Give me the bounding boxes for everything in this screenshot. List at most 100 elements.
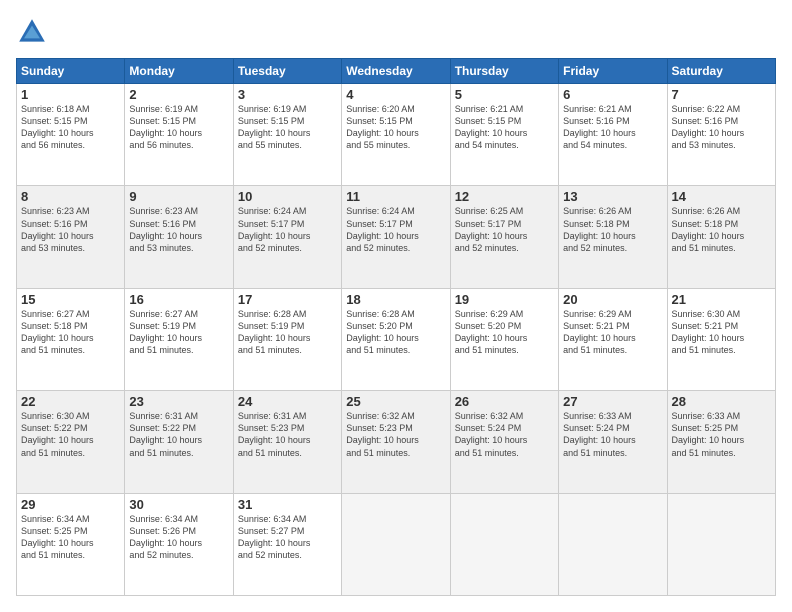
day-number: 10 — [238, 189, 337, 204]
calendar-week-row: 22Sunrise: 6:30 AM Sunset: 5:22 PM Dayli… — [17, 391, 776, 493]
day-number: 27 — [563, 394, 662, 409]
day-info: Sunrise: 6:23 AM Sunset: 5:16 PM Dayligh… — [129, 205, 228, 254]
day-info: Sunrise: 6:23 AM Sunset: 5:16 PM Dayligh… — [21, 205, 120, 254]
calendar-day-cell: 21Sunrise: 6:30 AM Sunset: 5:21 PM Dayli… — [667, 288, 775, 390]
col-header-saturday: Saturday — [667, 59, 775, 84]
day-number: 12 — [455, 189, 554, 204]
day-number: 7 — [672, 87, 771, 102]
calendar-day-cell: 3Sunrise: 6:19 AM Sunset: 5:15 PM Daylig… — [233, 84, 341, 186]
day-number: 16 — [129, 292, 228, 307]
col-header-wednesday: Wednesday — [342, 59, 450, 84]
day-info: Sunrise: 6:25 AM Sunset: 5:17 PM Dayligh… — [455, 205, 554, 254]
day-info: Sunrise: 6:28 AM Sunset: 5:19 PM Dayligh… — [238, 308, 337, 357]
day-number: 26 — [455, 394, 554, 409]
col-header-thursday: Thursday — [450, 59, 558, 84]
calendar-day-cell: 31Sunrise: 6:34 AM Sunset: 5:27 PM Dayli… — [233, 493, 341, 595]
calendar-day-cell: 23Sunrise: 6:31 AM Sunset: 5:22 PM Dayli… — [125, 391, 233, 493]
day-number: 6 — [563, 87, 662, 102]
calendar-week-row: 1Sunrise: 6:18 AM Sunset: 5:15 PM Daylig… — [17, 84, 776, 186]
calendar-day-cell — [559, 493, 667, 595]
calendar-week-row: 8Sunrise: 6:23 AM Sunset: 5:16 PM Daylig… — [17, 186, 776, 288]
calendar-day-cell: 9Sunrise: 6:23 AM Sunset: 5:16 PM Daylig… — [125, 186, 233, 288]
calendar-day-cell: 25Sunrise: 6:32 AM Sunset: 5:23 PM Dayli… — [342, 391, 450, 493]
day-info: Sunrise: 6:18 AM Sunset: 5:15 PM Dayligh… — [21, 103, 120, 152]
day-number: 13 — [563, 189, 662, 204]
calendar-day-cell: 14Sunrise: 6:26 AM Sunset: 5:18 PM Dayli… — [667, 186, 775, 288]
calendar-day-cell: 11Sunrise: 6:24 AM Sunset: 5:17 PM Dayli… — [342, 186, 450, 288]
day-info: Sunrise: 6:30 AM Sunset: 5:22 PM Dayligh… — [21, 410, 120, 459]
day-info: Sunrise: 6:29 AM Sunset: 5:20 PM Dayligh… — [455, 308, 554, 357]
day-number: 20 — [563, 292, 662, 307]
calendar-day-cell: 10Sunrise: 6:24 AM Sunset: 5:17 PM Dayli… — [233, 186, 341, 288]
calendar-day-cell: 18Sunrise: 6:28 AM Sunset: 5:20 PM Dayli… — [342, 288, 450, 390]
day-number: 24 — [238, 394, 337, 409]
calendar-day-cell: 16Sunrise: 6:27 AM Sunset: 5:19 PM Dayli… — [125, 288, 233, 390]
day-info: Sunrise: 6:31 AM Sunset: 5:23 PM Dayligh… — [238, 410, 337, 459]
calendar-day-cell: 5Sunrise: 6:21 AM Sunset: 5:15 PM Daylig… — [450, 84, 558, 186]
col-header-sunday: Sunday — [17, 59, 125, 84]
day-info: Sunrise: 6:26 AM Sunset: 5:18 PM Dayligh… — [672, 205, 771, 254]
day-info: Sunrise: 6:19 AM Sunset: 5:15 PM Dayligh… — [238, 103, 337, 152]
calendar-table: SundayMondayTuesdayWednesdayThursdayFrid… — [16, 58, 776, 596]
day-number: 17 — [238, 292, 337, 307]
calendar-day-cell: 4Sunrise: 6:20 AM Sunset: 5:15 PM Daylig… — [342, 84, 450, 186]
day-info: Sunrise: 6:21 AM Sunset: 5:15 PM Dayligh… — [455, 103, 554, 152]
day-info: Sunrise: 6:28 AM Sunset: 5:20 PM Dayligh… — [346, 308, 445, 357]
calendar-day-cell: 1Sunrise: 6:18 AM Sunset: 5:15 PM Daylig… — [17, 84, 125, 186]
day-number: 1 — [21, 87, 120, 102]
day-info: Sunrise: 6:33 AM Sunset: 5:24 PM Dayligh… — [563, 410, 662, 459]
day-info: Sunrise: 6:32 AM Sunset: 5:24 PM Dayligh… — [455, 410, 554, 459]
calendar-day-cell: 30Sunrise: 6:34 AM Sunset: 5:26 PM Dayli… — [125, 493, 233, 595]
calendar-day-cell — [667, 493, 775, 595]
day-info: Sunrise: 6:26 AM Sunset: 5:18 PM Dayligh… — [563, 205, 662, 254]
day-info: Sunrise: 6:30 AM Sunset: 5:21 PM Dayligh… — [672, 308, 771, 357]
calendar-day-cell: 27Sunrise: 6:33 AM Sunset: 5:24 PM Dayli… — [559, 391, 667, 493]
day-number: 23 — [129, 394, 228, 409]
calendar-day-cell: 6Sunrise: 6:21 AM Sunset: 5:16 PM Daylig… — [559, 84, 667, 186]
calendar-week-row: 15Sunrise: 6:27 AM Sunset: 5:18 PM Dayli… — [17, 288, 776, 390]
calendar-header-row: SundayMondayTuesdayWednesdayThursdayFrid… — [17, 59, 776, 84]
day-number: 2 — [129, 87, 228, 102]
day-info: Sunrise: 6:33 AM Sunset: 5:25 PM Dayligh… — [672, 410, 771, 459]
col-header-friday: Friday — [559, 59, 667, 84]
day-info: Sunrise: 6:34 AM Sunset: 5:27 PM Dayligh… — [238, 513, 337, 562]
calendar-day-cell: 17Sunrise: 6:28 AM Sunset: 5:19 PM Dayli… — [233, 288, 341, 390]
day-info: Sunrise: 6:32 AM Sunset: 5:23 PM Dayligh… — [346, 410, 445, 459]
day-number: 5 — [455, 87, 554, 102]
day-number: 18 — [346, 292, 445, 307]
calendar-day-cell: 24Sunrise: 6:31 AM Sunset: 5:23 PM Dayli… — [233, 391, 341, 493]
day-info: Sunrise: 6:22 AM Sunset: 5:16 PM Dayligh… — [672, 103, 771, 152]
logo — [16, 16, 52, 48]
calendar-day-cell: 26Sunrise: 6:32 AM Sunset: 5:24 PM Dayli… — [450, 391, 558, 493]
day-number: 8 — [21, 189, 120, 204]
col-header-tuesday: Tuesday — [233, 59, 341, 84]
calendar-day-cell: 2Sunrise: 6:19 AM Sunset: 5:15 PM Daylig… — [125, 84, 233, 186]
calendar-day-cell: 15Sunrise: 6:27 AM Sunset: 5:18 PM Dayli… — [17, 288, 125, 390]
day-info: Sunrise: 6:20 AM Sunset: 5:15 PM Dayligh… — [346, 103, 445, 152]
day-number: 22 — [21, 394, 120, 409]
calendar-day-cell: 8Sunrise: 6:23 AM Sunset: 5:16 PM Daylig… — [17, 186, 125, 288]
day-number: 15 — [21, 292, 120, 307]
day-number: 30 — [129, 497, 228, 512]
header — [16, 16, 776, 48]
calendar-day-cell: 22Sunrise: 6:30 AM Sunset: 5:22 PM Dayli… — [17, 391, 125, 493]
calendar-day-cell — [342, 493, 450, 595]
day-info: Sunrise: 6:19 AM Sunset: 5:15 PM Dayligh… — [129, 103, 228, 152]
day-info: Sunrise: 6:27 AM Sunset: 5:18 PM Dayligh… — [21, 308, 120, 357]
day-number: 21 — [672, 292, 771, 307]
day-info: Sunrise: 6:29 AM Sunset: 5:21 PM Dayligh… — [563, 308, 662, 357]
page: SundayMondayTuesdayWednesdayThursdayFrid… — [0, 0, 792, 612]
day-info: Sunrise: 6:24 AM Sunset: 5:17 PM Dayligh… — [238, 205, 337, 254]
day-info: Sunrise: 6:31 AM Sunset: 5:22 PM Dayligh… — [129, 410, 228, 459]
day-info: Sunrise: 6:21 AM Sunset: 5:16 PM Dayligh… — [563, 103, 662, 152]
day-number: 28 — [672, 394, 771, 409]
day-number: 25 — [346, 394, 445, 409]
calendar-week-row: 29Sunrise: 6:34 AM Sunset: 5:25 PM Dayli… — [17, 493, 776, 595]
calendar-day-cell: 12Sunrise: 6:25 AM Sunset: 5:17 PM Dayli… — [450, 186, 558, 288]
day-number: 3 — [238, 87, 337, 102]
col-header-monday: Monday — [125, 59, 233, 84]
day-number: 9 — [129, 189, 228, 204]
calendar-day-cell: 19Sunrise: 6:29 AM Sunset: 5:20 PM Dayli… — [450, 288, 558, 390]
day-number: 14 — [672, 189, 771, 204]
day-info: Sunrise: 6:34 AM Sunset: 5:26 PM Dayligh… — [129, 513, 228, 562]
